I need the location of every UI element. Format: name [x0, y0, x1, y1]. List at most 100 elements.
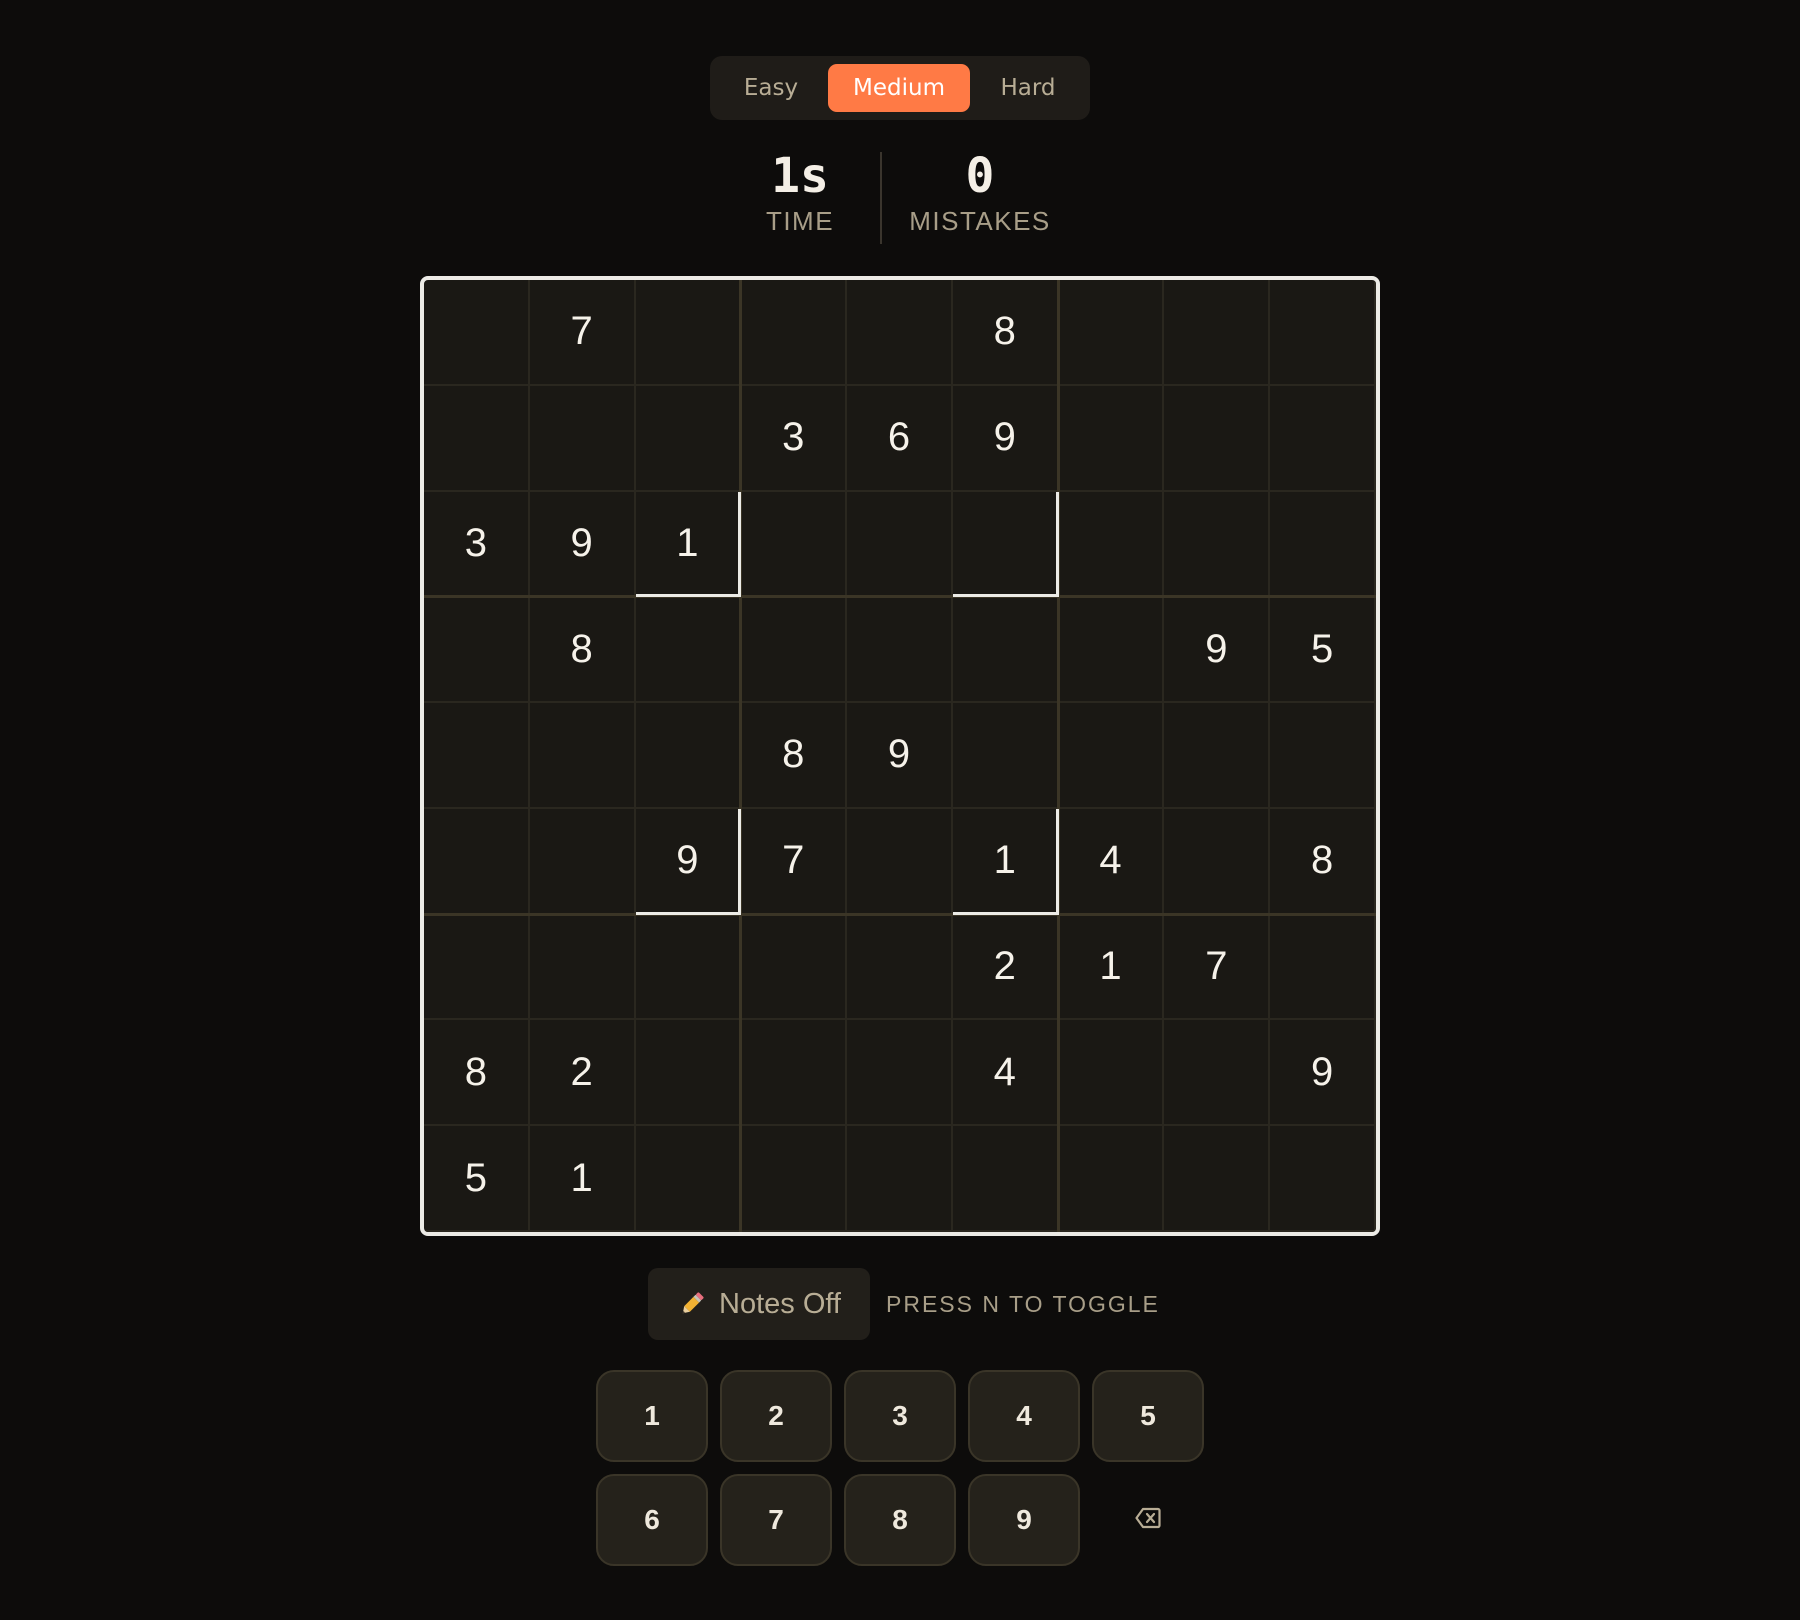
sudoku-cell[interactable]: [741, 1126, 848, 1232]
sudoku-cell[interactable]: [635, 597, 742, 704]
sudoku-cell[interactable]: 4: [1058, 808, 1165, 915]
sudoku-cell[interactable]: [847, 1126, 953, 1232]
sudoku-cell[interactable]: [635, 914, 742, 1021]
pencil-icon: [677, 1289, 707, 1319]
sudoku-cell[interactable]: 4: [952, 1020, 1059, 1127]
sudoku-cell[interactable]: [635, 1126, 742, 1232]
sudoku-cell[interactable]: 1: [635, 491, 742, 598]
mistakes-label: MISTAKES: [909, 206, 1051, 236]
sudoku-cell[interactable]: 6: [847, 385, 953, 492]
sudoku-cell[interactable]: 8: [741, 703, 848, 809]
timer-label: TIME: [765, 206, 835, 236]
sudoku-cell[interactable]: [1270, 703, 1376, 809]
sudoku-cell[interactable]: [1164, 385, 1271, 492]
difficulty-easy-button[interactable]: Easy: [728, 64, 814, 112]
sudoku-cell[interactable]: 9: [1270, 1020, 1376, 1127]
sudoku-cell[interactable]: [1058, 491, 1165, 598]
numpad-key[interactable]: 1: [596, 1370, 708, 1462]
sudoku-cell[interactable]: 5: [424, 1126, 530, 1232]
numpad-key[interactable]: 3: [844, 1370, 956, 1462]
sudoku-cell[interactable]: [1058, 1126, 1165, 1232]
sudoku-cell[interactable]: 3: [424, 491, 530, 598]
sudoku-cell[interactable]: [1270, 491, 1376, 598]
sudoku-cell[interactable]: [847, 914, 953, 1021]
backspace-icon: [1135, 1507, 1161, 1533]
sudoku-cell[interactable]: [741, 597, 848, 704]
sudoku-cell[interactable]: [1270, 385, 1376, 492]
sudoku-cell[interactable]: [741, 280, 848, 386]
numpad-key[interactable]: 8: [844, 1474, 956, 1566]
difficulty-hard-button[interactable]: Hard: [980, 64, 1076, 112]
sudoku-cell[interactable]: 5: [1270, 597, 1376, 704]
sudoku-cell[interactable]: [952, 597, 1059, 704]
sudoku-cell[interactable]: 8: [1270, 808, 1376, 915]
sudoku-cell[interactable]: [1270, 280, 1376, 386]
sudoku-cell[interactable]: [1058, 1020, 1165, 1127]
sudoku-cell[interactable]: [529, 808, 636, 915]
sudoku-cell[interactable]: [952, 703, 1059, 809]
sudoku-cell[interactable]: 7: [1164, 914, 1271, 1021]
notes-toggle-button[interactable]: Notes Off: [648, 1268, 870, 1340]
sudoku-cell[interactable]: [424, 280, 530, 386]
sudoku-cell[interactable]: [529, 914, 636, 1021]
sudoku-cell[interactable]: 3: [741, 385, 848, 492]
sudoku-cell[interactable]: [1164, 703, 1271, 809]
sudoku-cell[interactable]: [741, 914, 848, 1021]
sudoku-cell[interactable]: [952, 491, 1059, 598]
sudoku-cell[interactable]: [424, 385, 530, 492]
sudoku-cell[interactable]: 8: [424, 1020, 530, 1127]
sudoku-cell[interactable]: [847, 597, 953, 704]
sudoku-cell[interactable]: [1058, 703, 1165, 809]
sudoku-cell[interactable]: [1058, 385, 1165, 492]
numpad-key[interactable]: 2: [720, 1370, 832, 1462]
sudoku-cell[interactable]: [1164, 1126, 1271, 1232]
sudoku-cell[interactable]: [1270, 914, 1376, 1021]
sudoku-cell[interactable]: [635, 1020, 742, 1127]
numpad-key[interactable]: 5: [1092, 1370, 1204, 1462]
sudoku-cell[interactable]: 1: [952, 808, 1059, 915]
sudoku-cell[interactable]: [1058, 597, 1165, 704]
sudoku-cell[interactable]: [741, 1020, 848, 1127]
sudoku-cell[interactable]: 9: [635, 808, 742, 915]
sudoku-cell[interactable]: [424, 703, 530, 809]
sudoku-cell[interactable]: [1058, 280, 1165, 386]
difficulty-medium-button[interactable]: Medium: [828, 64, 970, 112]
sudoku-cell[interactable]: 1: [1058, 914, 1165, 1021]
sudoku-cell[interactable]: 2: [529, 1020, 636, 1127]
numpad-key[interactable]: 9: [968, 1474, 1080, 1566]
numpad-key[interactable]: 7: [720, 1474, 832, 1566]
sudoku-cell[interactable]: [847, 1020, 953, 1127]
sudoku-cell[interactable]: 2: [952, 914, 1059, 1021]
numpad-key[interactable]: 6: [596, 1474, 708, 1566]
sudoku-cell[interactable]: 9: [952, 385, 1059, 492]
sudoku-cell[interactable]: [1164, 491, 1271, 598]
sudoku-cell[interactable]: [635, 703, 742, 809]
sudoku-cell[interactable]: 9: [1164, 597, 1271, 704]
sudoku-cell[interactable]: [529, 703, 636, 809]
sudoku-cell[interactable]: [847, 491, 953, 598]
sudoku-cell[interactable]: 9: [847, 703, 953, 809]
sudoku-cell[interactable]: [635, 385, 742, 492]
sudoku-cell[interactable]: 8: [529, 597, 636, 704]
sudoku-board: 783693918958997148217824951: [420, 276, 1380, 1236]
sudoku-cell[interactable]: 9: [529, 491, 636, 598]
sudoku-cell[interactable]: [529, 385, 636, 492]
sudoku-cell[interactable]: [424, 808, 530, 915]
sudoku-cell[interactable]: [635, 280, 742, 386]
sudoku-cell[interactable]: 8: [952, 280, 1059, 386]
sudoku-cell[interactable]: [424, 597, 530, 704]
sudoku-cell[interactable]: 1: [529, 1126, 636, 1232]
sudoku-cell[interactable]: [741, 491, 848, 598]
sudoku-cell[interactable]: [847, 280, 953, 386]
sudoku-cell[interactable]: [1164, 808, 1271, 915]
sudoku-cell[interactable]: [1164, 280, 1271, 386]
sudoku-cell[interactable]: [424, 914, 530, 1021]
sudoku-cell[interactable]: [1270, 1126, 1376, 1232]
erase-button[interactable]: [1092, 1474, 1204, 1566]
sudoku-cell[interactable]: [847, 808, 953, 915]
sudoku-cell[interactable]: 7: [529, 280, 636, 386]
numpad-key[interactable]: 4: [968, 1370, 1080, 1462]
sudoku-cell[interactable]: 7: [741, 808, 848, 915]
sudoku-cell[interactable]: [1164, 1020, 1271, 1127]
sudoku-cell[interactable]: [952, 1126, 1059, 1232]
